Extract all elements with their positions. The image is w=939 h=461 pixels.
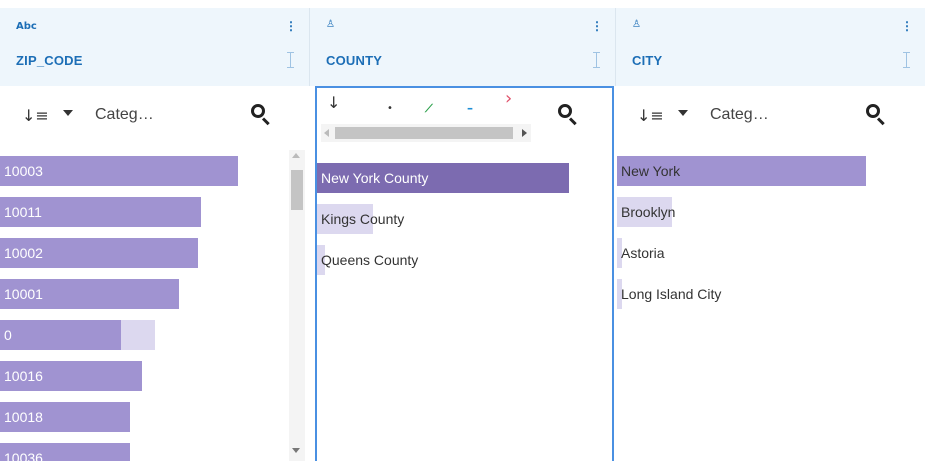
horizontal-scrollbar[interactable] <box>321 124 531 142</box>
city-header[interactable]: ♙ ⋮ CITY <box>615 8 925 86</box>
kebab-menu-icon[interactable]: ⋮ <box>901 20 913 32</box>
zip-code-column: Abc ⋮ ZIP_CODE ↓≡ Categ… 10003 10011 10002… <box>0 0 309 461</box>
resize-handle-icon[interactable] <box>903 52 913 68</box>
county-column: ♙ ⋮ COUNTY ↓ • ⟋ – › New York County King… <box>309 0 615 461</box>
scroll-left-icon[interactable] <box>324 129 329 137</box>
sort-icon[interactable]: ↓≡ <box>22 106 49 125</box>
city-column: ♙ ⋮ CITY ↓≡ Categ… New York Brooklyn Astor… <box>615 0 939 461</box>
column-name: COUNTY <box>326 53 383 68</box>
bar-label: 10011 <box>4 204 42 220</box>
sort-arrow-icon[interactable]: ↓ <box>327 95 340 111</box>
zip-code-header[interactable]: Abc ⋮ ZIP_CODE <box>0 8 309 86</box>
bar-label: Long Island City <box>621 286 722 302</box>
bar-row[interactable]: 10036 <box>0 443 309 461</box>
dot-icon[interactable]: • <box>387 102 393 116</box>
geo-type-icon: ♙ <box>632 19 641 30</box>
bar-row[interactable]: 10001 <box>0 279 309 309</box>
bar-label: Kings County <box>321 211 405 227</box>
search-icon[interactable] <box>557 103 579 126</box>
bar-row[interactable]: 10003 <box>0 156 309 186</box>
bar-label: 10036 <box>4 450 43 461</box>
chevron-down-icon[interactable] <box>678 110 688 116</box>
text-type-icon: Abc <box>16 21 37 32</box>
bar-label: New York <box>621 163 681 179</box>
search-icon[interactable] <box>250 103 272 126</box>
bar-row[interactable]: 10016 <box>0 361 309 391</box>
blue-dash-icon[interactable]: – <box>467 101 473 115</box>
bar-label: 10018 <box>4 409 43 425</box>
bar-label: 10003 <box>4 163 43 179</box>
scroll-thumb[interactable] <box>291 170 303 210</box>
bar-row[interactable]: 10011 <box>0 197 309 227</box>
bar-row[interactable]: Long Island City <box>617 279 925 309</box>
sort-icon[interactable]: ↓≡ <box>637 106 664 125</box>
scroll-up-icon[interactable] <box>292 153 300 158</box>
kebab-menu-icon[interactable]: ⋮ <box>591 20 603 32</box>
sort-mode-label[interactable]: Categ… <box>710 106 769 124</box>
bar-row[interactable]: Queens County <box>317 245 597 275</box>
bar-label: 10001 <box>4 286 43 302</box>
bar-row[interactable]: 0 <box>0 320 309 350</box>
scroll-thumb[interactable] <box>335 127 513 139</box>
bar-fill <box>0 320 121 350</box>
sort-mode-label[interactable]: Categ… <box>95 106 154 124</box>
bar-label: 0 <box>4 327 12 343</box>
bar-row[interactable]: 10018 <box>0 402 309 432</box>
geo-type-icon: ♙ <box>326 19 335 30</box>
bar-label: Astoria <box>621 245 665 261</box>
bar-row[interactable]: Astoria <box>617 238 925 268</box>
bar-label: 10002 <box>4 245 43 261</box>
bar-label: Queens County <box>321 252 419 268</box>
chevron-down-icon[interactable] <box>63 110 73 116</box>
column-name: ZIP_CODE <box>16 53 83 68</box>
county-header[interactable]: ♙ ⋮ COUNTY <box>309 8 615 86</box>
bar-extra-fill <box>121 320 155 350</box>
county-toolbar: ↓ • ⟋ – › <box>317 88 612 142</box>
bar-label: 10016 <box>4 368 43 384</box>
kebab-menu-icon[interactable]: ⋮ <box>285 20 297 32</box>
search-icon[interactable] <box>865 103 887 126</box>
bar-row[interactable]: 10002 <box>0 238 309 268</box>
bar-row[interactable]: Kings County <box>317 204 597 234</box>
bar-label: New York County <box>321 170 429 186</box>
scroll-right-icon[interactable] <box>522 129 527 137</box>
resize-handle-icon[interactable] <box>287 52 297 68</box>
scroll-down-icon[interactable] <box>292 448 300 453</box>
green-mark-icon[interactable]: ⟋ <box>425 102 433 116</box>
bar-row[interactable]: Brooklyn <box>617 197 925 227</box>
bar-row[interactable]: New York <box>617 156 925 186</box>
column-name: CITY <box>632 53 663 68</box>
bar-row[interactable]: New York County <box>317 163 597 193</box>
zip-toolbar: ↓≡ Categ… <box>0 96 309 136</box>
city-toolbar: ↓≡ Categ… <box>615 96 939 136</box>
resize-handle-icon[interactable] <box>593 52 603 68</box>
chevron-right-icon[interactable]: › <box>505 90 512 108</box>
vertical-scrollbar[interactable] <box>289 150 305 461</box>
bar-label: Brooklyn <box>621 204 676 220</box>
